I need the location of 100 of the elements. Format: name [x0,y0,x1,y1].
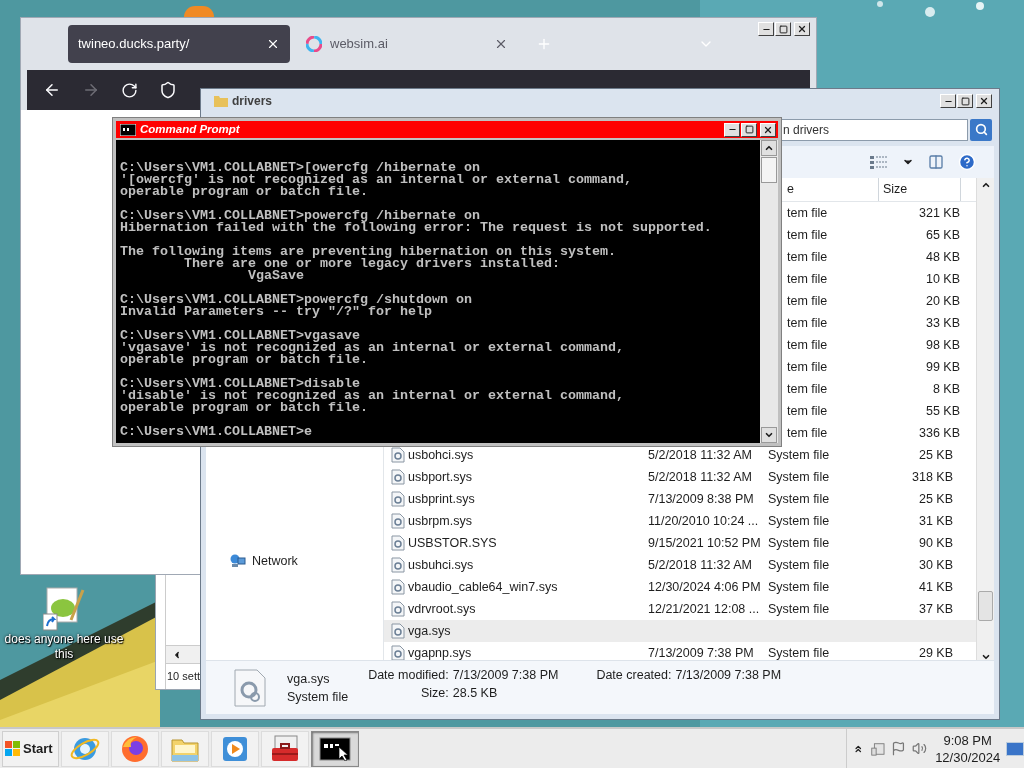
name-cell-text: usbport.sys [408,468,473,486]
close-button[interactable] [976,94,992,108]
scrollbar-thumb[interactable] [978,591,993,621]
type-cell: System file [768,601,830,616]
file-row[interactable]: vga.sys [384,620,976,642]
show-desktop-button[interactable] [1006,741,1024,756]
flag-icon[interactable] [891,740,907,757]
view-icon[interactable] [870,155,888,169]
field-label: Size: [419,685,449,702]
type-cell-text: tem file [787,358,829,376]
scroll-up-icon[interactable] [980,180,991,190]
date-cell: 5/2/2018 11:32 AM [648,469,753,484]
size-cell-text: 33 KB [924,314,961,332]
scroll-up-icon [764,143,774,153]
column-header[interactable]: e [783,178,879,201]
console-output: C:\Users\VM1.COLLABNET>[owercfg /hibernate on '[owercfg' is not recognized as an internal or external command, operable program or batch file. C:\Users\VM1.COLLABNET>powercfg /hibernate on Hibernation failed with the following error: The request is not supported. The following items are preventing hibernation on this system. There are one or more legacy drivers installed: VgaSave C:\Users\VM1.COLLABNET>powercfg /shutdown on Invalid Parameters -- try "/?" for help C:\Users\VM1.COLLABNET>vgasave 'vgasave' is not recognized as an internal or external command, operable program or batch file. C:\Users\VM1.COLLABNET>disable 'disable' is not recognized as an internal or external command, operable program or batch file. C:\Users\VM1.COLLABNET>e [119,159,713,441]
search-field[interactable]: n drivers [780,118,968,141]
file-icon [391,623,405,639]
maximize-icon [744,125,754,134]
column-header[interactable]: Size [879,178,961,201]
size-cell-text: 48 KB [924,248,961,266]
name-cell-text: usbprint.sys [408,490,476,508]
size-cell: 41 KB [918,579,953,594]
type-cell: System file [768,557,830,572]
date-cell: 12/21/2021 12:08 ... [648,601,760,616]
date-cell: 7/13/2009 8:38 PM [648,491,754,506]
type-cell: System file [768,513,830,528]
name-cell-text: USBSTOR.SYS [408,534,498,552]
type-cell: System file [768,645,830,660]
close-icon [797,24,807,34]
reload-icon[interactable] [121,81,138,99]
scroll-down-icon[interactable] [980,652,991,662]
file-icon [391,447,405,463]
maximize-icon [960,96,970,106]
network-icon [230,554,246,568]
scroll-up-button[interactable] [761,140,777,156]
size-cell-text: 336 KB [918,424,961,442]
windows-logo-icon [5,740,21,757]
clock-date[interactable]: 12/30/2024 [935,748,1001,766]
type-cell: System file [768,469,830,484]
shield-icon[interactable] [159,81,177,99]
start-button[interactable]: Start [2,730,59,767]
preview-pane-icon[interactable] [928,154,944,170]
close-button[interactable] [760,122,776,137]
close-icon [763,124,773,135]
forward-icon[interactable] [82,81,100,99]
size-cell-text: 20 KB [924,292,961,310]
clock-time[interactable]: 9:08 PM [943,731,992,749]
minimize-button[interactable] [940,94,956,108]
window-title: Command Prompt [140,121,240,137]
field-label: Date created: [596,667,672,684]
close-tab-icon[interactable] [266,37,280,51]
file-icon [391,469,405,485]
file-icon [391,491,405,507]
type-cell-text: tem file [787,424,829,442]
field-value: 7/13/2009 7:38 PM [675,667,782,684]
taskbar-button[interactable] [311,730,359,767]
maximize-icon [778,24,788,34]
date-cell: 11/20/2010 10:24 ... [648,513,759,528]
type-cell-text: tem file [787,402,829,420]
search-icon [974,123,988,136]
nav-item[interactable]: Network [230,551,383,571]
type-cell-text: tem file [787,292,829,310]
notepad-shortcut-icon[interactable] [43,584,85,632]
size-cell: 29 KB [918,645,953,660]
file-icon [391,601,405,617]
name-cell-text: usbrpm.sys [408,512,473,530]
type-cell: System file [768,579,830,594]
type-cell-text: tem file [787,336,829,354]
terminal-icon [319,736,351,761]
browser-tab[interactable]: twineo.ducks.party/ [68,25,290,63]
size-cell: 30 KB [918,557,953,572]
back-icon[interactable] [43,81,61,99]
minimize-button[interactable] [724,122,740,137]
name-cell-text: vdrvroot.sys [408,600,477,618]
browser-tab[interactable]: websim.ai [296,25,518,63]
folder-icon [214,95,228,107]
vertical-scrollbar[interactable] [760,140,778,443]
scrollbar-thumb[interactable] [761,157,777,183]
file-icon [391,557,405,573]
type-cell-text: tem file [787,204,829,222]
close-button[interactable] [794,22,810,36]
name-cell-text: usbuhci.sys [408,556,475,574]
help-icon[interactable] [958,153,976,171]
search-button[interactable] [970,118,992,141]
type-cell-text: tem file [787,380,829,398]
volume-icon[interactable] [912,740,928,757]
type-cell: System file [768,491,830,506]
maximize-button[interactable] [775,22,791,36]
file-type: System file [287,688,349,706]
site-icon [306,36,322,52]
scroll-down-button[interactable] [761,427,777,443]
maximize-button[interactable] [957,94,973,108]
size-cell-text: 10 KB [924,270,961,288]
name-cell-text: vga.sys [408,622,452,640]
scroll-left-icon[interactable] [172,649,182,660]
type-cell-text: tem file [787,270,829,288]
minimize-button[interactable] [758,22,774,36]
maximize-button[interactable] [741,122,757,137]
close-tab-icon[interactable] [494,37,508,51]
